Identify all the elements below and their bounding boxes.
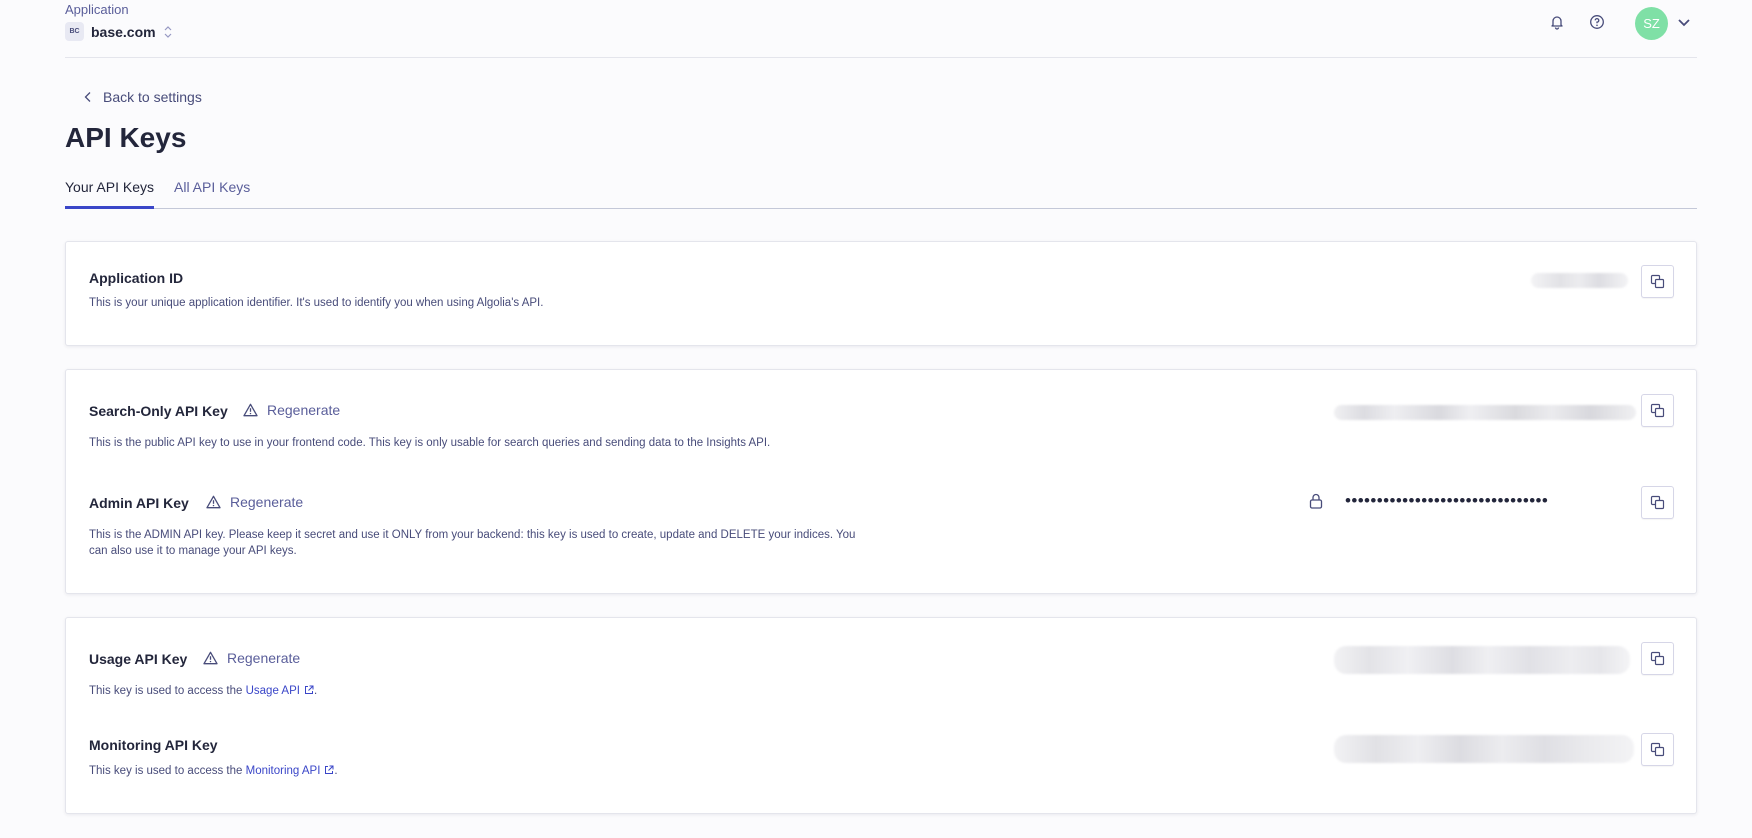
page-title: API Keys <box>65 122 187 153</box>
copy-icon <box>1650 495 1665 510</box>
search-only-key-description: This is the public API key to use in you… <box>89 437 771 449</box>
monitoring-desc-suffix: . <box>334 765 338 777</box>
admin-key-masked-value: •••••••••••••••••••••••••••••••• <box>1345 491 1549 510</box>
tab-your-api-keys[interactable]: Your API Keys <box>65 179 154 209</box>
usage-desc-prefix: This key is used to access the <box>89 685 246 697</box>
tab-bar: Your API Keys All API Keys <box>65 166 1697 209</box>
regenerate-search-key-button[interactable]: Regenerate <box>243 402 340 418</box>
copy-search-key-button[interactable] <box>1641 394 1674 427</box>
copy-icon <box>1650 742 1665 757</box>
application-id-description: This is your unique application identifi… <box>89 297 544 309</box>
copy-usage-key-button[interactable] <box>1641 642 1674 675</box>
warning-icon <box>206 495 221 509</box>
lock-icon[interactable] <box>1309 493 1323 509</box>
application-label: Application <box>65 2 129 17</box>
back-link-label: Back to settings <box>103 89 202 105</box>
copy-monitoring-key-button[interactable] <box>1641 733 1674 766</box>
monitoring-desc-prefix: This key is used to access the <box>89 765 246 777</box>
warning-icon <box>243 403 258 417</box>
application-id-value-redacted <box>1531 273 1628 288</box>
regenerate-usage-key-button[interactable]: Regenerate <box>203 650 300 666</box>
usage-api-link[interactable]: Usage API <box>246 685 314 697</box>
admin-key-title: Admin API Key <box>89 495 189 511</box>
admin-key-description-line1: This is the ADMIN API key. Please keep i… <box>89 529 856 541</box>
monitoring-key-description: This key is used to access the Monitorin… <box>89 763 338 779</box>
copy-icon <box>1650 651 1665 666</box>
search-admin-keys-card: Search-Only API Key Regenerate This is t… <box>65 369 1697 594</box>
chevron-down-icon[interactable] <box>1675 13 1693 31</box>
regenerate-label: Regenerate <box>227 650 301 666</box>
chevron-left-icon <box>84 92 91 102</box>
search-only-key-title: Search-Only API Key <box>89 403 228 419</box>
usage-key-title: Usage API Key <box>89 651 188 667</box>
monitoring-key-title: Monitoring API Key <box>89 737 218 753</box>
external-link-icon <box>325 765 334 774</box>
warning-icon <box>203 651 218 665</box>
copy-icon <box>1650 274 1665 289</box>
regenerate-admin-key-button[interactable]: Regenerate <box>206 494 303 510</box>
monitoring-api-link-label: Monitoring API <box>245 765 321 777</box>
regenerate-label: Regenerate <box>267 402 341 418</box>
sort-icon <box>164 25 172 39</box>
monitoring-api-link[interactable]: Monitoring API <box>246 765 335 777</box>
usage-desc-suffix: . <box>313 685 318 697</box>
avatar[interactable]: SZ <box>1635 7 1668 40</box>
copy-icon <box>1650 403 1665 418</box>
usage-key-value-redacted <box>1334 646 1630 674</box>
admin-key-description-line2: can also use it to manage your API keys. <box>89 545 297 557</box>
usage-key-description: This key is used to access the Usage API… <box>89 683 317 699</box>
application-name: base.com <box>91 23 156 40</box>
regenerate-label: Regenerate <box>230 494 304 510</box>
admin-key-description: This is the ADMIN API key. Please keep i… <box>89 527 855 559</box>
application-badge: BC <box>65 22 84 41</box>
top-header: Application BC base.com SZ <box>65 0 1697 58</box>
usage-monitoring-keys-card: Usage API Key Regenerate This key is use… <box>65 617 1697 814</box>
search-only-key-value-redacted <box>1334 405 1636 420</box>
application-id-card: Application ID This is your unique appli… <box>65 241 1697 346</box>
bell-icon[interactable] <box>1547 12 1567 32</box>
usage-api-link-label: Usage API <box>245 685 300 697</box>
copy-admin-key-button[interactable] <box>1641 486 1674 519</box>
back-to-settings-link[interactable]: Back to settings <box>83 89 202 105</box>
application-id-title: Application ID <box>89 270 184 286</box>
external-link-icon <box>304 685 314 694</box>
copy-application-id-button[interactable] <box>1641 265 1674 298</box>
application-switcher[interactable]: BC base.com <box>65 22 172 41</box>
help-icon[interactable] <box>1587 12 1607 32</box>
tab-all-api-keys[interactable]: All API Keys <box>174 179 250 206</box>
monitoring-key-value-redacted <box>1334 735 1634 763</box>
